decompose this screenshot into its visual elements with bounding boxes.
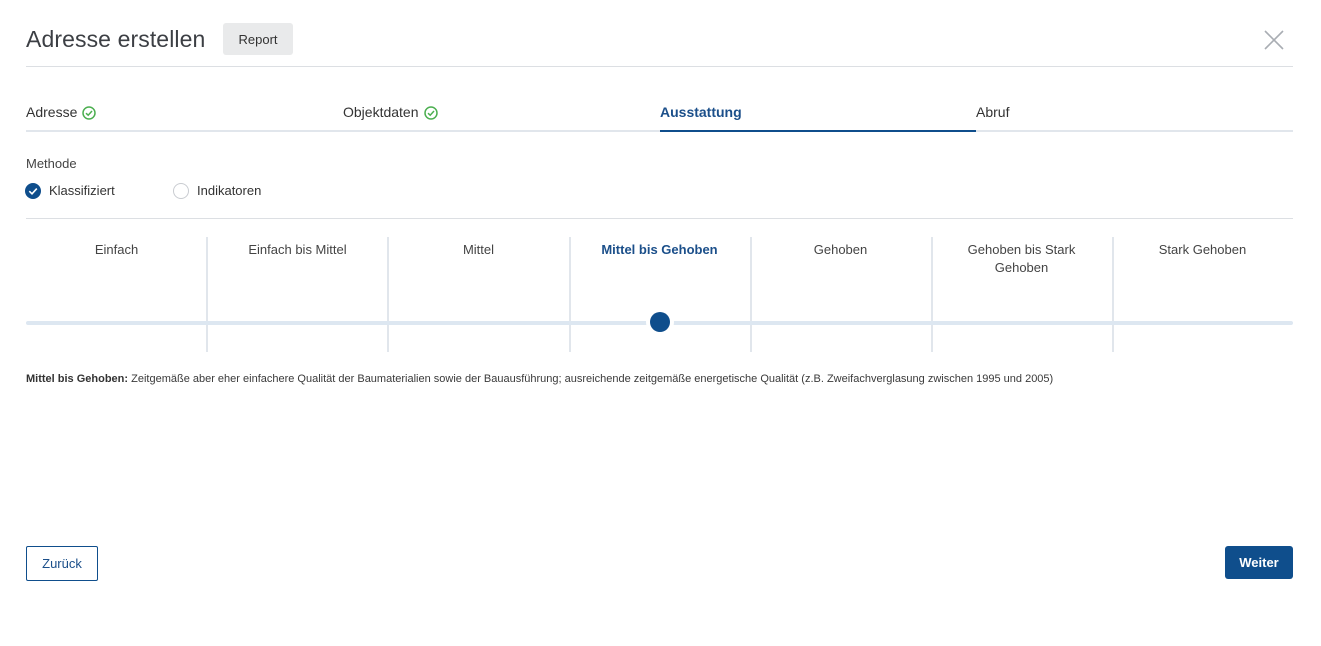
check-circle-icon [82, 106, 97, 123]
step-objektdaten[interactable]: Objektdaten [343, 98, 660, 132]
page-title: Adresse erstellen [26, 26, 206, 52]
scale-option-stark-gehoben[interactable]: Stark Gehoben [1112, 237, 1293, 352]
scale-option-einfach[interactable]: Einfach [26, 237, 207, 352]
level-description: Mittel bis Gehoben: Zeitgemäße aber eher… [26, 373, 1293, 385]
step-ausstattung[interactable]: Ausstattung [660, 98, 976, 132]
slider-thumb[interactable] [649, 312, 670, 332]
scale-option-gehoben[interactable]: Gehoben [750, 237, 931, 352]
quality-scale: Einfach Einfach bis Mittel Mittel Mittel… [26, 237, 1293, 352]
scale-option-gehoben-bis-stark-gehoben[interactable]: Gehoben bis Stark Gehoben [931, 237, 1112, 352]
step-tabs: Adresse Objektdaten Ausstattung Abruf [26, 98, 1293, 132]
back-button[interactable]: Zurück [26, 546, 98, 581]
description-text: Zeitgemäße aber eher einfachere Qualität… [128, 373, 1054, 385]
scale-option-mittel[interactable]: Mittel [388, 237, 569, 352]
method-label: Methode [26, 156, 77, 171]
scale-separator [206, 237, 208, 352]
radio-indikatoren[interactable]: Indikatoren [173, 182, 273, 202]
scale-separator [569, 237, 571, 352]
scale-separator [750, 237, 752, 352]
scale-option-mittel-bis-gehoben[interactable]: Mittel bis Gehoben [569, 237, 750, 352]
scale-separator [1112, 237, 1114, 352]
radio-klassifiziert[interactable]: Klassifiziert [25, 182, 125, 202]
step-abruf[interactable]: Abruf [976, 98, 1293, 132]
step-adresse[interactable]: Adresse [26, 98, 343, 132]
radio-label: Indikatoren [197, 183, 262, 198]
step-label: Abruf [976, 104, 1010, 120]
next-button[interactable]: Weiter [1225, 546, 1293, 579]
close-icon[interactable] [1263, 29, 1285, 51]
step-label: Objektdaten [343, 104, 438, 123]
report-button[interactable]: Report [223, 23, 293, 55]
section-divider [26, 218, 1293, 219]
description-title: Mittel bis Gehoben: [26, 373, 129, 385]
step-label: Adresse [26, 104, 97, 123]
scale-separator [931, 237, 933, 352]
modal-header: Adresse erstellen Report [26, 22, 1293, 67]
check-circle-icon [423, 106, 438, 123]
radio-label: Klassifiziert [49, 183, 115, 198]
scale-option-einfach-bis-mittel[interactable]: Einfach bis Mittel [207, 237, 388, 352]
step-label: Ausstattung [660, 104, 742, 120]
scale-separator [387, 237, 389, 352]
radio-unchecked-icon [173, 183, 189, 199]
radio-checked-icon [25, 183, 41, 199]
